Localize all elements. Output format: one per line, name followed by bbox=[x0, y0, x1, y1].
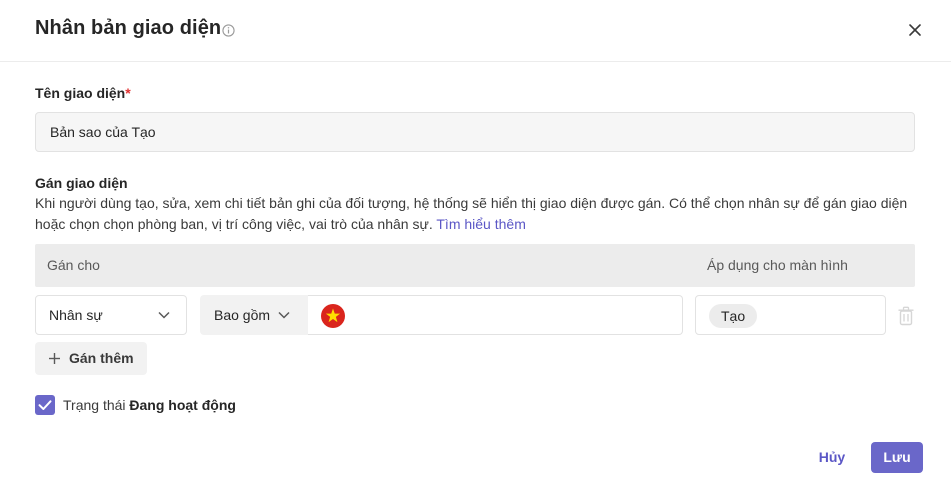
chevron-down-icon bbox=[278, 311, 290, 319]
plus-icon bbox=[49, 353, 60, 364]
required-mark: * bbox=[125, 85, 131, 101]
screen-tag[interactable]: Tạo bbox=[709, 304, 758, 328]
trash-icon[interactable] bbox=[897, 306, 915, 326]
assign-section-label: Gán giao diện bbox=[35, 175, 128, 191]
status-checkbox[interactable] bbox=[35, 395, 55, 415]
save-button[interactable]: Lưu bbox=[871, 442, 923, 473]
condition-value: Bao gồm bbox=[214, 307, 271, 323]
assign-table-header: Gán cho Áp dụng cho màn hình bbox=[35, 244, 915, 287]
add-assign-label: Gán thêm bbox=[69, 350, 134, 366]
target-type-value: Nhân sự bbox=[49, 307, 103, 323]
column-assign-to: Gán cho bbox=[47, 257, 100, 273]
dialog-header: Nhân bản giao diện bbox=[0, 0, 951, 62]
assign-description: Khi người dùng tạo, sửa, xem chi tiết bả… bbox=[35, 193, 915, 235]
add-assign-button[interactable]: Gán thêm bbox=[35, 342, 147, 375]
column-apply-screen: Áp dụng cho màn hình bbox=[707, 257, 848, 273]
close-icon[interactable] bbox=[904, 19, 926, 41]
target-type-select[interactable]: Nhân sự bbox=[35, 295, 187, 335]
status-value: Đang hoạt động bbox=[129, 397, 236, 413]
dialog-title: Nhân bản giao diện bbox=[35, 17, 222, 39]
assignee-picker[interactable] bbox=[308, 295, 683, 335]
checkmark-icon bbox=[38, 400, 52, 410]
status-prefix: Trạng thái bbox=[63, 397, 126, 413]
cancel-button[interactable]: Hủy bbox=[808, 442, 856, 473]
info-icon[interactable] bbox=[222, 24, 235, 37]
chevron-down-icon bbox=[158, 311, 170, 319]
learn-more-link[interactable]: Tìm hiểu thêm bbox=[436, 216, 525, 232]
status-label: Trạng thái Đang hoạt động bbox=[63, 397, 236, 413]
condition-select[interactable]: Bao gồm bbox=[200, 295, 308, 335]
template-name-input[interactable] bbox=[35, 112, 915, 152]
name-field-label: Tên giao diện* bbox=[35, 85, 131, 101]
apply-screen-select[interactable]: Tạo bbox=[695, 295, 886, 335]
vietnam-flag-avatar[interactable] bbox=[321, 304, 345, 328]
